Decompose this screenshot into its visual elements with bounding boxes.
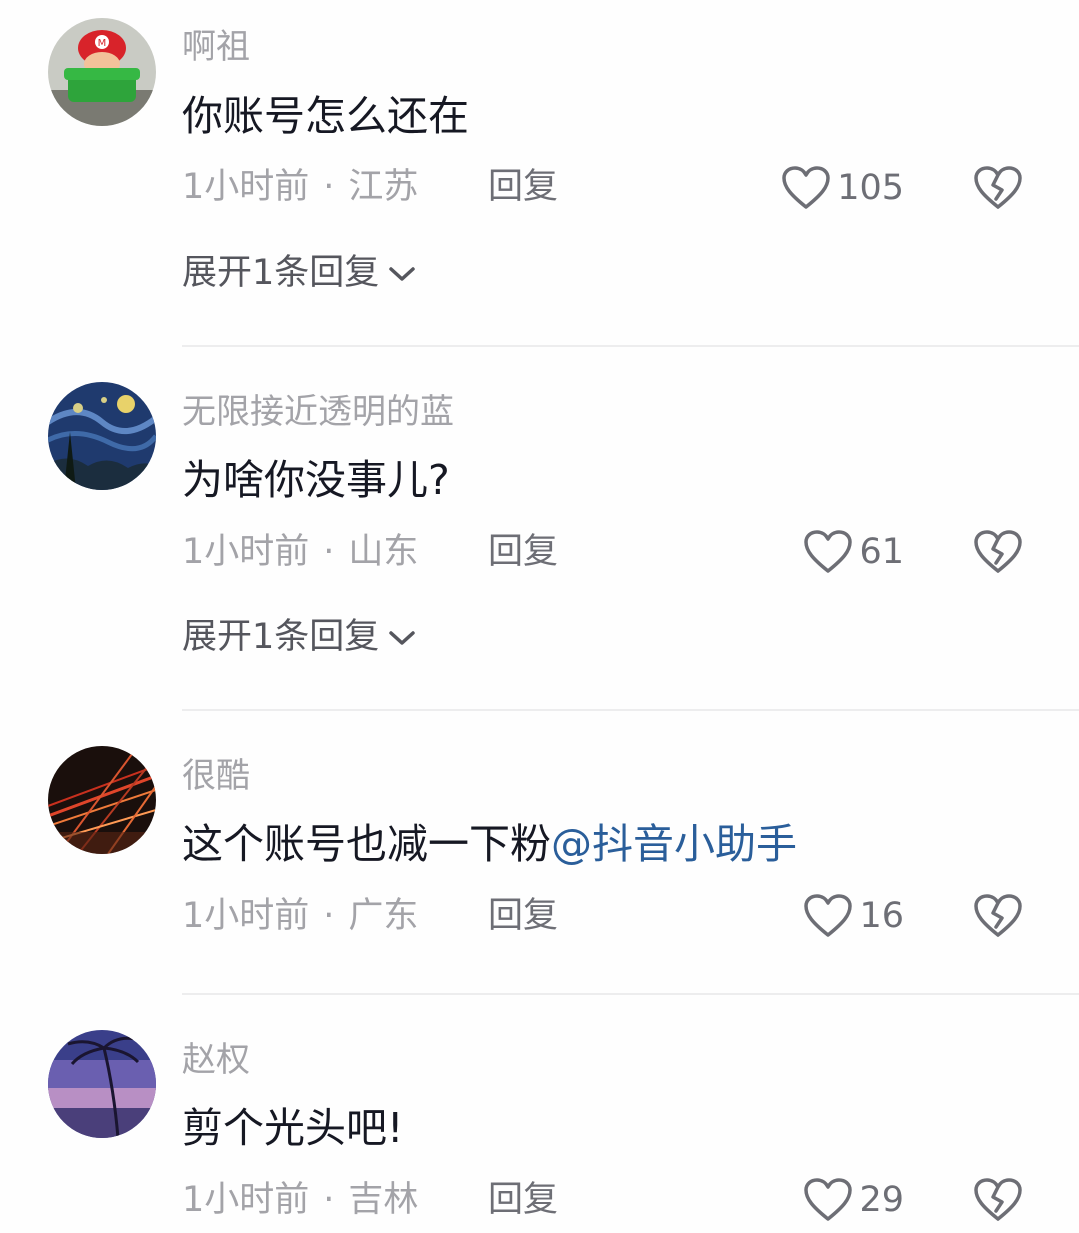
broken-heart-icon	[974, 166, 1022, 209]
like-button[interactable]: 61	[803, 529, 904, 575]
like-button[interactable]: 105	[781, 165, 904, 211]
dislike-button[interactable]	[973, 529, 1023, 575]
comment-text: 你账号怎么还在	[182, 92, 469, 140]
comment-item: 很酷 这个账号也减一下粉@抖音小助手 1小时前 · 广东 回复 16	[0, 711, 1079, 995]
comment-location: 广东	[348, 896, 419, 936]
like-button[interactable]: 29	[803, 1177, 904, 1223]
comment-meta: 1小时前 · 吉林	[182, 1183, 418, 1218]
like-count: 16	[859, 895, 904, 936]
heart-icon	[782, 166, 830, 209]
heart-icon	[804, 1178, 853, 1221]
comment-text: 这个账号也减一下粉@抖音小助手	[182, 824, 797, 865]
comment-location: 山东	[348, 532, 419, 572]
starry-night-avatar	[48, 382, 156, 490]
chevron-down-icon	[389, 630, 416, 645]
svg-text:M: M	[98, 38, 107, 49]
user-avatar[interactable]	[48, 1030, 156, 1138]
comment-item: M 啊祖 你账号怎么还在 1小时前 · 江苏 回复 105 展开1条回复	[0, 0, 1079, 347]
like-count: 61	[859, 531, 904, 572]
meta-separator: ·	[323, 532, 335, 572]
broken-heart-icon	[974, 530, 1022, 573]
reply-button[interactable]: 回复	[488, 899, 558, 934]
comment-username[interactable]: 赵权	[182, 1043, 250, 1077]
like-count: 105	[837, 167, 904, 208]
meta-separator: ·	[323, 896, 335, 936]
reply-button[interactable]: 回复	[488, 170, 558, 205]
comment-text-body: 这个账号也减一下粉	[182, 820, 551, 868]
expand-replies-button[interactable]: 展开1条回复	[182, 620, 417, 655]
chevron-down-icon	[389, 266, 416, 281]
comment-time: 1小时前	[182, 532, 310, 572]
comment-time: 1小时前	[182, 1180, 310, 1220]
comment-item: 赵权 剪个光头吧! 1小时前 · 吉林 回复 29	[0, 995, 1079, 1233]
reply-button[interactable]: 回复	[488, 535, 558, 570]
dislike-button[interactable]	[973, 1177, 1023, 1223]
mention-link[interactable]: @抖音小助手	[551, 820, 797, 868]
user-avatar[interactable]	[48, 382, 156, 490]
meta-separator: ·	[323, 1180, 335, 1220]
like-count: 29	[859, 1179, 904, 1220]
comment-list: M 啊祖 你账号怎么还在 1小时前 · 江苏 回复 105 展开1条回复 无限接…	[0, 0, 1079, 1233]
dislike-button[interactable]	[973, 165, 1023, 211]
like-button[interactable]: 16	[803, 893, 904, 939]
comment-username[interactable]: 很酷	[182, 759, 250, 793]
expand-replies-label: 展开1条回复	[182, 253, 380, 293]
comment-item: 无限接近透明的蓝 为啥你没事儿? 1小时前 · 山东 回复 61 展开1条回复	[0, 347, 1079, 711]
broken-heart-icon	[974, 1178, 1022, 1221]
dislike-button[interactable]	[973, 893, 1023, 939]
comment-time: 1小时前	[182, 896, 310, 936]
red-light-streaks-avatar	[48, 746, 156, 854]
comment-text: 剪个光头吧!	[182, 1104, 404, 1152]
comment-username[interactable]: 无限接近透明的蓝	[182, 395, 454, 429]
comment-location: 江苏	[348, 167, 419, 207]
user-avatar[interactable]: M	[48, 18, 156, 126]
reply-button[interactable]: 回复	[488, 1183, 558, 1218]
palm-tree-sunset-avatar	[48, 1030, 156, 1138]
heart-icon	[804, 894, 853, 937]
heart-icon	[804, 530, 853, 573]
expand-replies-label: 展开1条回复	[182, 617, 380, 657]
comment-username[interactable]: 啊祖	[182, 30, 250, 64]
comment-location: 吉林	[348, 1180, 419, 1220]
mario-in-pipe-avatar: M	[48, 18, 156, 126]
comment-meta: 1小时前 · 江苏	[182, 170, 418, 205]
user-avatar[interactable]	[48, 746, 156, 854]
expand-replies-button[interactable]: 展开1条回复	[182, 256, 417, 291]
broken-heart-icon	[974, 894, 1022, 937]
comment-meta: 1小时前 · 广东	[182, 899, 418, 934]
comment-meta: 1小时前 · 山东	[182, 535, 418, 570]
comment-text: 为啥你没事儿?	[182, 456, 450, 504]
comment-time: 1小时前	[182, 167, 310, 207]
meta-separator: ·	[323, 167, 335, 207]
